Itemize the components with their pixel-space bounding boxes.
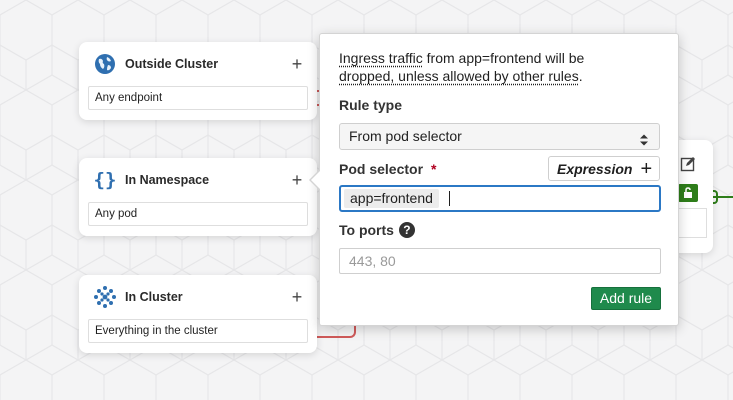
popover-arrow-inner xyxy=(311,170,321,190)
to-ports-label-text: To ports xyxy=(339,222,394,238)
add-peer-button[interactable]: + xyxy=(287,288,307,306)
required-mark: * xyxy=(431,161,437,177)
rule-type-label: Rule type xyxy=(339,97,403,113)
select-arrows-icon xyxy=(639,130,649,146)
braces-icon: {} xyxy=(93,168,117,192)
in-cluster-card[interactable]: In Cluster + Everything in the cluster xyxy=(79,275,317,353)
card-title: In Namespace xyxy=(125,173,210,187)
info-dropped-text: dropped, unless allowed by other rules xyxy=(339,68,579,84)
pod-field[interactable]: Any pod xyxy=(88,202,308,226)
help-icon[interactable]: ? xyxy=(398,222,415,238)
ingress-info-text: Ingress traffic from app=frontend will b… xyxy=(339,49,639,85)
info-period: . xyxy=(578,68,583,84)
expression-label: Expression xyxy=(557,160,633,177)
in-namespace-card[interactable]: {} In Namespace + Any pod xyxy=(79,158,317,236)
rule-type-value: From pod selector xyxy=(349,128,462,144)
selector-chip[interactable]: app=frontend xyxy=(344,189,439,208)
info-ingress-traffic: Ingress traffic xyxy=(339,50,423,66)
text-caret xyxy=(448,191,450,206)
rule-type-select[interactable]: From pod selector xyxy=(339,123,660,150)
globe-icon xyxy=(93,52,117,76)
outside-cluster-card[interactable]: Outside Cluster + Any endpoint xyxy=(79,42,317,120)
add-peer-button[interactable]: + xyxy=(287,171,307,189)
pod-selector-label: Pod selector * xyxy=(339,161,436,177)
cluster-icon xyxy=(93,285,117,309)
plus-icon: + xyxy=(640,157,653,180)
pod-selector-input[interactable]: app=frontend xyxy=(339,185,661,212)
add-rule-button[interactable]: Add rule xyxy=(591,287,661,310)
add-peer-button[interactable]: + xyxy=(287,55,307,73)
cluster-field[interactable]: Everything in the cluster xyxy=(88,319,308,343)
rule-popover: Ingress traffic from app=frontend will b… xyxy=(319,33,679,326)
card-title: In Cluster xyxy=(125,290,183,304)
card-title: Outside Cluster xyxy=(125,57,219,71)
info-from-label: from app=frontend will be xyxy=(422,50,585,66)
edit-icon[interactable] xyxy=(680,156,696,172)
endpoint-field[interactable]: Any endpoint xyxy=(88,86,308,110)
svg-text:{}: {} xyxy=(94,169,117,191)
expression-button[interactable]: Expression + xyxy=(548,156,660,181)
unlock-icon xyxy=(678,184,698,202)
to-ports-label: To ports ? xyxy=(339,222,415,238)
pod-selector-label-text: Pod selector xyxy=(339,161,424,177)
ports-input[interactable] xyxy=(339,248,661,274)
connector-line xyxy=(712,196,733,198)
